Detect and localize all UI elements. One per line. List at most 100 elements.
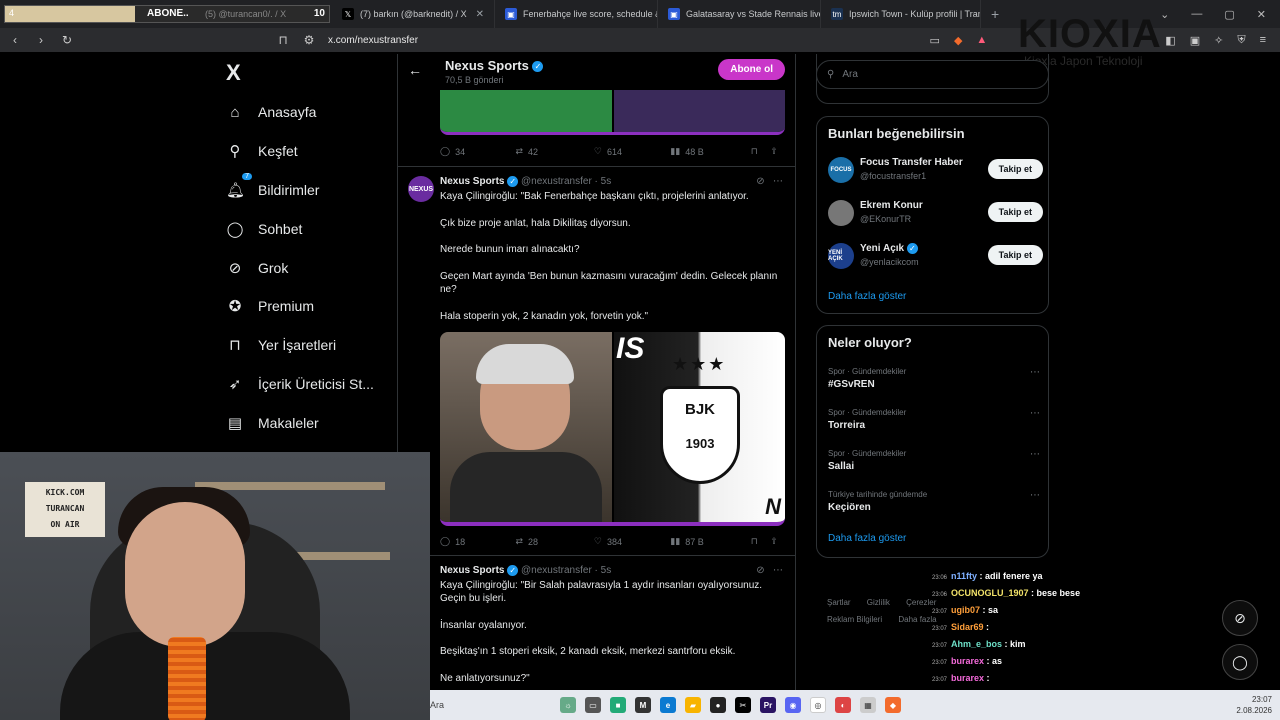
msi-icon[interactable]: M [635,697,651,713]
app-icon[interactable]: ▦ [860,697,876,713]
browser-tab[interactable]: ▣ Galatasaray vs Stade Rennais live sco [658,0,821,28]
footer-link[interactable]: Daha fazla [898,615,936,624]
show-more-link[interactable]: Daha fazla göster [828,291,906,302]
avatar[interactable] [828,200,854,226]
avatar[interactable]: FOCUS [828,157,854,183]
follow-suggestion[interactable]: FOCUS Focus Transfer Haber @focustransfe… [828,155,1043,185]
forward-icon[interactable]: › [34,33,48,47]
footer-link[interactable]: Reklam Bilgileri [827,615,882,624]
views-button[interactable]: ▮▮ 87 B [670,536,750,547]
nav-item-premium[interactable]: ✪ Premium [226,294,314,318]
trend-item[interactable]: Spor · Gündemdekiler Sallai ⋯ [828,449,1040,472]
nav-item-bookmarks[interactable]: ⊓ Yer İşaretleri [226,333,336,357]
bookmark-icon[interactable]: ⊓ [751,536,771,547]
more-icon[interactable]: ⋯ [1030,490,1040,501]
cast-icon[interactable]: ▭ [930,34,940,47]
discord-icon[interactable]: ◉ [785,697,801,713]
grok-icon[interactable]: ⊘ [756,565,764,576]
brave-icon[interactable]: ◆ [885,697,901,713]
grok-icon[interactable]: ⊘ [756,176,764,187]
maximize-icon[interactable]: ▢ [1224,8,1234,21]
wallet-icon[interactable]: ▣ [1190,34,1200,47]
browser-tab[interactable]: tm Ipswich Town - Kulüp profili | Transf… [821,0,981,28]
url-field[interactable]: x.com/nexustransfer [328,35,418,46]
share-icon[interactable]: ⇪ [770,146,790,157]
reply-button[interactable]: ◯ 18 [440,536,515,547]
tweet-author[interactable]: Nexus Sports [440,176,504,187]
footer-link[interactable]: Şartlar [827,598,851,607]
follow-button[interactable]: Takip et [987,202,1043,222]
follow-button[interactable]: Takip et [987,245,1043,265]
bookmark-icon[interactable]: ⊓ [751,146,771,157]
reload-icon[interactable]: ↻ [60,33,74,47]
obs-icon[interactable]: ● [710,697,726,713]
leo-icon[interactable]: ✧ [1214,34,1223,47]
close-icon[interactable]: ✕ [476,9,484,20]
follow-name[interactable]: Yeni Açık ✓ [860,243,918,254]
close-window-icon[interactable]: ✕ [1257,8,1266,21]
app-icon[interactable]: ◐ [835,697,851,713]
edge-icon[interactable]: e [660,697,676,713]
nav-item-chat[interactable]: ◯ Sohbet [226,217,303,241]
nav-item-notifications[interactable]: 🔔︎ 7 Bildirimler [226,173,319,202]
browser-tab[interactable]: 𝕏 (7) barkın (@barknedit) / X ✕ [332,0,495,28]
nav-item-articles[interactable]: ▤ Makaleler [226,411,319,435]
bookmark-page-icon[interactable]: ⊓ [276,33,290,47]
subscribe-button[interactable]: Abone ol [718,59,785,80]
site-settings-icon[interactable]: ⚙ [302,33,316,47]
retweet-button[interactable]: ⇄ 42 [515,146,593,157]
trend-item[interactable]: Türkiye tarihinde gündemde Keçiören ⋯ [828,490,1040,513]
share-icon[interactable]: ⇪ [770,536,790,547]
tweet-handle[interactable]: @nexustransfer · 5s [521,565,611,576]
store-icon[interactable]: ■ [610,697,626,713]
avatar[interactable]: YENİ AÇIK [828,243,854,269]
show-more-link[interactable]: Daha fazla göster [828,533,906,544]
file-explorer-icon[interactable]: ▭ [585,697,601,713]
vpn-icon[interactable]: ⛨ [1237,34,1245,47]
tweet-media[interactable]: IS ★★★ BJK 1903 N [440,332,785,526]
taskbar-clock[interactable]: 23:07 2.08.2026 [1236,694,1280,716]
follow-name[interactable]: Ekrem Konur [860,200,923,211]
tweet-author[interactable]: Nexus Sports [440,565,504,576]
more-icon[interactable]: ⋯ [1030,367,1040,378]
reply-button[interactable]: ◯ 34 [440,146,515,157]
sidebar-icon[interactable]: ◧ [1165,34,1175,47]
browser-tab[interactable]: ▣ Fenerbahçe live score, schedule & pl [495,0,658,28]
x-logo-icon[interactable]: X [226,60,241,86]
more-icon[interactable]: ⋯ [773,176,783,187]
follow-suggestion[interactable]: Ekrem Konur @EKonurTR Takip et [828,198,1043,228]
retweet-button[interactable]: ⇄ 28 [515,536,593,547]
views-button[interactable]: ▮▮ 48 B [670,146,750,157]
nav-item-explore[interactable]: ⚲ Keşfet [226,139,298,163]
footer-link[interactable]: Gizlilik [867,598,890,607]
taskbar-search[interactable]: Ara [430,690,550,720]
tweet-handle[interactable]: @nexustransfer · 5s [521,176,611,187]
minimize-icon[interactable]: — [1191,8,1202,21]
brave-rewards-icon[interactable]: ▲ [976,34,987,47]
nav-item-grok[interactable]: ⊘ Grok [226,256,289,280]
more-icon[interactable]: ⋯ [1030,408,1040,419]
nav-item-home[interactable]: ⌂ Anasayfa [226,100,316,124]
capcut-icon[interactable]: ✂ [735,697,751,713]
previous-tweet-media[interactable] [440,90,785,135]
avatar[interactable]: NEXUS [408,176,434,202]
back-arrow-icon[interactable]: ← [408,62,422,78]
like-button[interactable]: ♡ 384 [594,536,670,547]
new-tab-button[interactable]: + [981,6,1009,22]
menu-icon[interactable]: ≡ [1260,34,1266,47]
back-icon[interactable]: ‹ [8,33,22,47]
weather-icon[interactable]: ☼ [560,697,576,713]
like-button[interactable]: ♡ 614 [594,146,670,157]
more-icon[interactable]: ⋯ [773,565,783,576]
brave-shield-icon[interactable]: ◆ [954,34,962,47]
follow-suggestion[interactable]: YENİ AÇIK Yeni Açık ✓ @yenlacikcom Takip… [828,241,1043,271]
nav-item-creator-studio[interactable]: ➶ İçerik Üreticisi St... [226,372,374,396]
premiere-icon[interactable]: Pr [760,697,776,713]
follow-button[interactable]: Takip et [987,159,1043,179]
chrome-icon[interactable]: ◎ [810,697,826,713]
trend-item[interactable]: Spor · Gündemdekiler #GSvREN ⋯ [828,367,1040,390]
search-input[interactable]: ⚲ Ara [816,60,1049,89]
more-icon[interactable]: ⋯ [1030,449,1040,460]
trend-item[interactable]: Spor · Gündemdekiler Torreira ⋯ [828,408,1040,431]
follow-name[interactable]: Focus Transfer Haber [860,157,963,168]
